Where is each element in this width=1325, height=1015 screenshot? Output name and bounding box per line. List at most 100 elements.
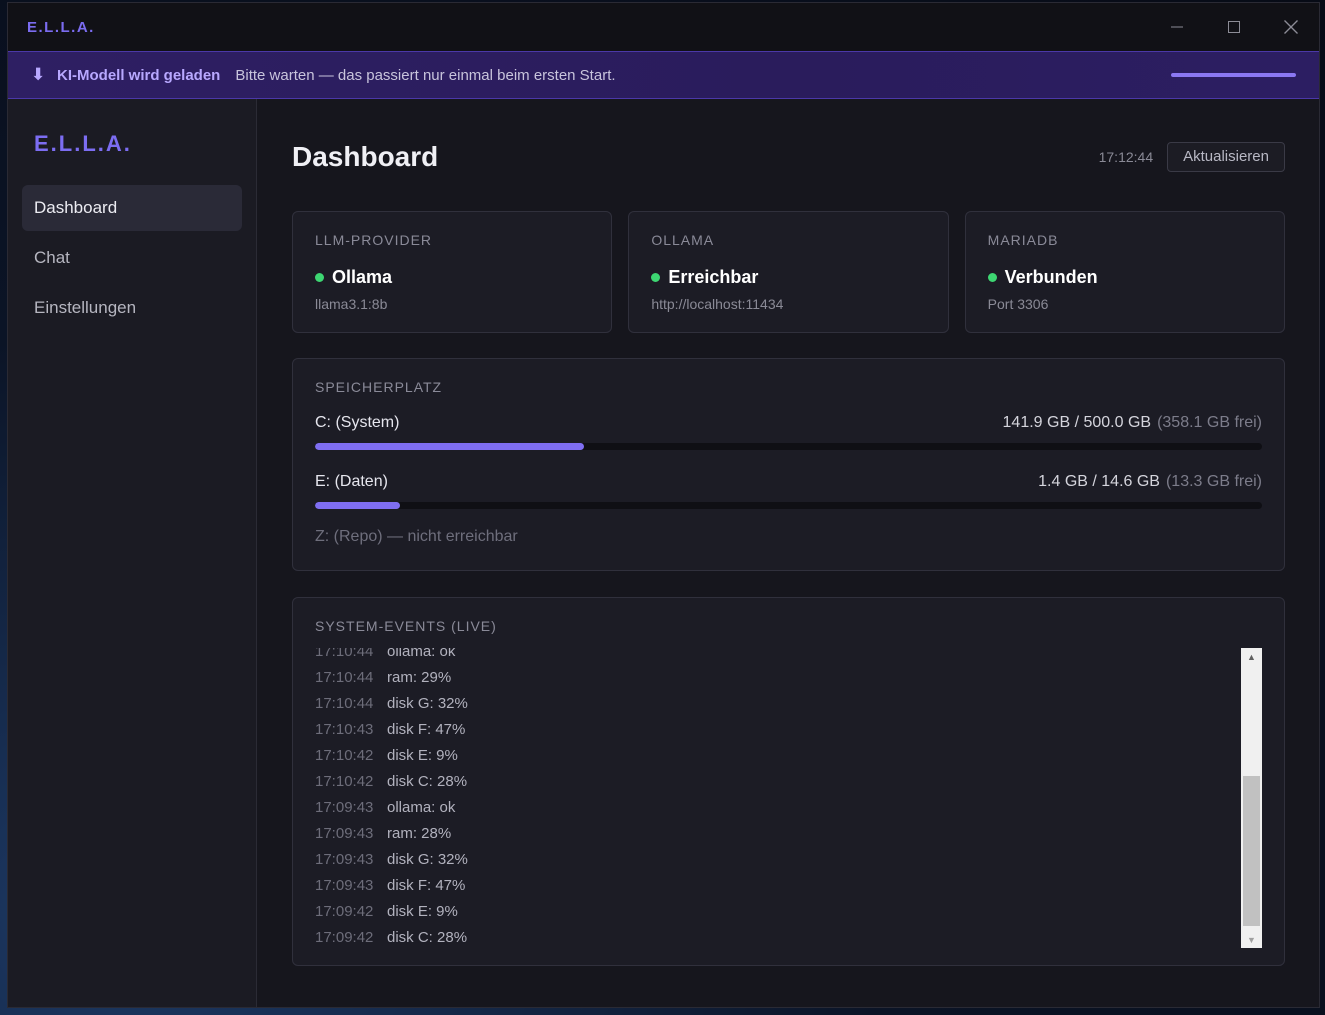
- scroll-down-icon[interactable]: ▼: [1241, 931, 1262, 948]
- event-time: 17:10:44: [315, 648, 374, 660]
- event-message: disk F: 47%: [387, 721, 466, 738]
- event-message: ram: 29%: [387, 669, 452, 686]
- app-window: E.L.L.A. ⬇ KI-Modell wird geladen Bitte …: [7, 2, 1320, 1008]
- banner-title: KI-Modell wird geladen: [57, 66, 221, 84]
- window-title: E.L.L.A.: [27, 18, 95, 36]
- event-row: 17:10:44 disk G: 32%: [315, 691, 1244, 717]
- events-scrollbar[interactable]: ▲ ▼: [1241, 648, 1262, 948]
- system-events-panel: SYSTEM-EVENTS (LIVE) 17:10:44 ollama: ok 1…: [292, 597, 1285, 966]
- sidebar-item-dashboard[interactable]: Dashboard: [22, 185, 242, 231]
- download-arrow-icon: ⬇: [31, 65, 46, 84]
- event-time: 17:10:42: [315, 773, 374, 790]
- event-time: 17:09:43: [315, 851, 374, 868]
- sidebar-item-chat[interactable]: Chat: [22, 235, 242, 281]
- event-row: 17:09:43 ram: 28%: [315, 821, 1244, 847]
- scroll-up-icon[interactable]: ▲: [1241, 648, 1262, 665]
- drive-used: 1.4 GB / 14.6 GB: [1038, 473, 1160, 490]
- sidebar: E.L.L.A. Dashboard Chat Einstellungen: [8, 99, 257, 1007]
- close-button[interactable]: [1262, 3, 1319, 51]
- maximize-button[interactable]: [1205, 3, 1262, 51]
- drive-c: C: (System) 141.9 GB / 500.0 GB (358.1 GB…: [315, 412, 1262, 450]
- event-row: 17:09:43 disk F: 47%: [315, 873, 1244, 899]
- status-card-mariadb: MARIADB Verbunden Port 3306: [964, 211, 1285, 333]
- events-list[interactable]: 17:10:44 ollama: ok 17:10:44 ram: 29% 17:10:…: [315, 648, 1244, 944]
- close-icon: [1283, 20, 1298, 34]
- page-title: Dashboard: [292, 141, 439, 172]
- event-time: 17:10:42: [315, 747, 374, 764]
- event-row: 17:09:42 disk C: 28%: [315, 925, 1244, 944]
- event-row: 17:09:43 disk G: 32%: [315, 847, 1244, 873]
- status-dot-icon: [315, 272, 324, 282]
- event-row: 17:09:42 disk E: 9%: [315, 899, 1244, 925]
- card-label: OLLAMA: [651, 232, 715, 248]
- banner-progress-fill: [1171, 73, 1296, 77]
- card-detail: http://localhost:11434: [651, 296, 784, 312]
- event-time: 17:09:43: [315, 877, 374, 894]
- minimize-button[interactable]: [1148, 3, 1205, 51]
- drive-usage-fill: [315, 502, 401, 509]
- card-label: MARIADB: [987, 232, 1059, 248]
- status-card-llm-provider: LLM-PROVIDER Ollama llama3.1:8b: [292, 211, 613, 333]
- drive-used: 141.9 GB / 500.0 GB: [1002, 414, 1152, 431]
- card-detail: llama3.1:8b: [315, 296, 388, 312]
- drive-free: (358.1 GB frei): [1157, 414, 1262, 431]
- main-content: Dashboard 17:12:44 Aktualisieren LLM-PRO…: [257, 99, 1319, 1007]
- card-status: Ollama: [332, 266, 393, 287]
- events-label: SYSTEM-EVENTS (LIVE): [315, 618, 497, 634]
- scrollbar-thumb[interactable]: [1243, 776, 1260, 926]
- drive-e: E: (Daten) 1.4 GB / 14.6 GB (13.3 GB frei…: [315, 471, 1262, 509]
- event-row: 17:09:43 ollama: ok: [315, 795, 1244, 821]
- drive-usage-fill: [315, 443, 584, 450]
- event-message: disk E: 9%: [387, 747, 458, 764]
- event-message: disk C: 28%: [387, 929, 468, 944]
- status-card-ollama: OLLAMA Erreichbar http://localhost:11434: [628, 211, 949, 333]
- sidebar-brand: E.L.L.A.: [34, 131, 132, 156]
- event-time: 17:09:42: [315, 903, 374, 920]
- event-time: 17:10:44: [315, 669, 374, 686]
- sidebar-item-einstellungen[interactable]: Einstellungen: [22, 285, 242, 331]
- storage-panel: SPEICHERPLATZ C: (System) 141.9 GB / 500…: [292, 358, 1285, 571]
- event-message: disk G: 32%: [387, 851, 468, 868]
- window-controls: [1148, 3, 1319, 51]
- maximize-icon: [1227, 21, 1240, 33]
- event-time: 17:09:42: [315, 929, 374, 944]
- drive-usage-bar: [315, 443, 1262, 450]
- drive-name: C: (System): [315, 414, 400, 431]
- event-time: 17:09:43: [315, 825, 374, 842]
- banner-text: Bitte warten — das passiert nur einmal b…: [235, 66, 616, 84]
- title-bar: E.L.L.A.: [8, 3, 1319, 51]
- storage-label: SPEICHERPLATZ: [315, 379, 443, 395]
- minimize-icon: [1170, 26, 1183, 28]
- event-row: 17:10:43 disk F: 47%: [315, 717, 1244, 743]
- card-status: Erreichbar: [668, 266, 759, 287]
- event-time: 17:10:44: [315, 695, 374, 712]
- event-message: disk G: 32%: [387, 695, 468, 712]
- drive-free: (13.3 GB frei): [1165, 473, 1262, 490]
- event-row: 17:10:42 disk E: 9%: [315, 743, 1244, 769]
- status-cards: LLM-PROVIDER Ollama llama3.1:8b OLLAMA E…: [292, 211, 1285, 333]
- model-loading-banner: ⬇ KI-Modell wird geladen Bitte warten — …: [8, 51, 1319, 99]
- drive-name: E: (Daten): [315, 473, 388, 490]
- event-row: 17:10:42 disk C: 28%: [315, 769, 1244, 795]
- event-message: ollama: ok: [387, 799, 456, 816]
- card-detail: Port 3306: [987, 296, 1049, 312]
- refresh-button[interactable]: Aktualisieren: [1167, 142, 1285, 172]
- last-update-time: 17:12:44: [1098, 149, 1154, 165]
- status-dot-icon: [651, 272, 661, 282]
- event-message: ram: 28%: [387, 825, 452, 842]
- banner-progress-bar: [1171, 73, 1296, 77]
- card-label: LLM-PROVIDER: [315, 232, 433, 248]
- status-dot-icon: [987, 272, 997, 282]
- event-time: 17:10:43: [315, 721, 374, 738]
- drive-usage-bar: [315, 502, 1262, 509]
- event-message: disk F: 47%: [387, 877, 466, 894]
- event-time: 17:09:43: [315, 799, 374, 816]
- event-row: 17:10:44 ollama: ok: [315, 648, 1244, 665]
- event-message: disk C: 28%: [387, 773, 468, 790]
- event-row: 17:10:44 ram: 29%: [315, 665, 1244, 691]
- drive-z-unavailable: Z: (Repo) — nicht erreichbar: [315, 528, 518, 545]
- page-header: Dashboard 17:12:44 Aktualisieren: [292, 99, 1285, 211]
- event-message: disk E: 9%: [387, 903, 458, 920]
- event-message: ollama: ok: [387, 648, 456, 660]
- card-status: Verbunden: [1004, 266, 1098, 287]
